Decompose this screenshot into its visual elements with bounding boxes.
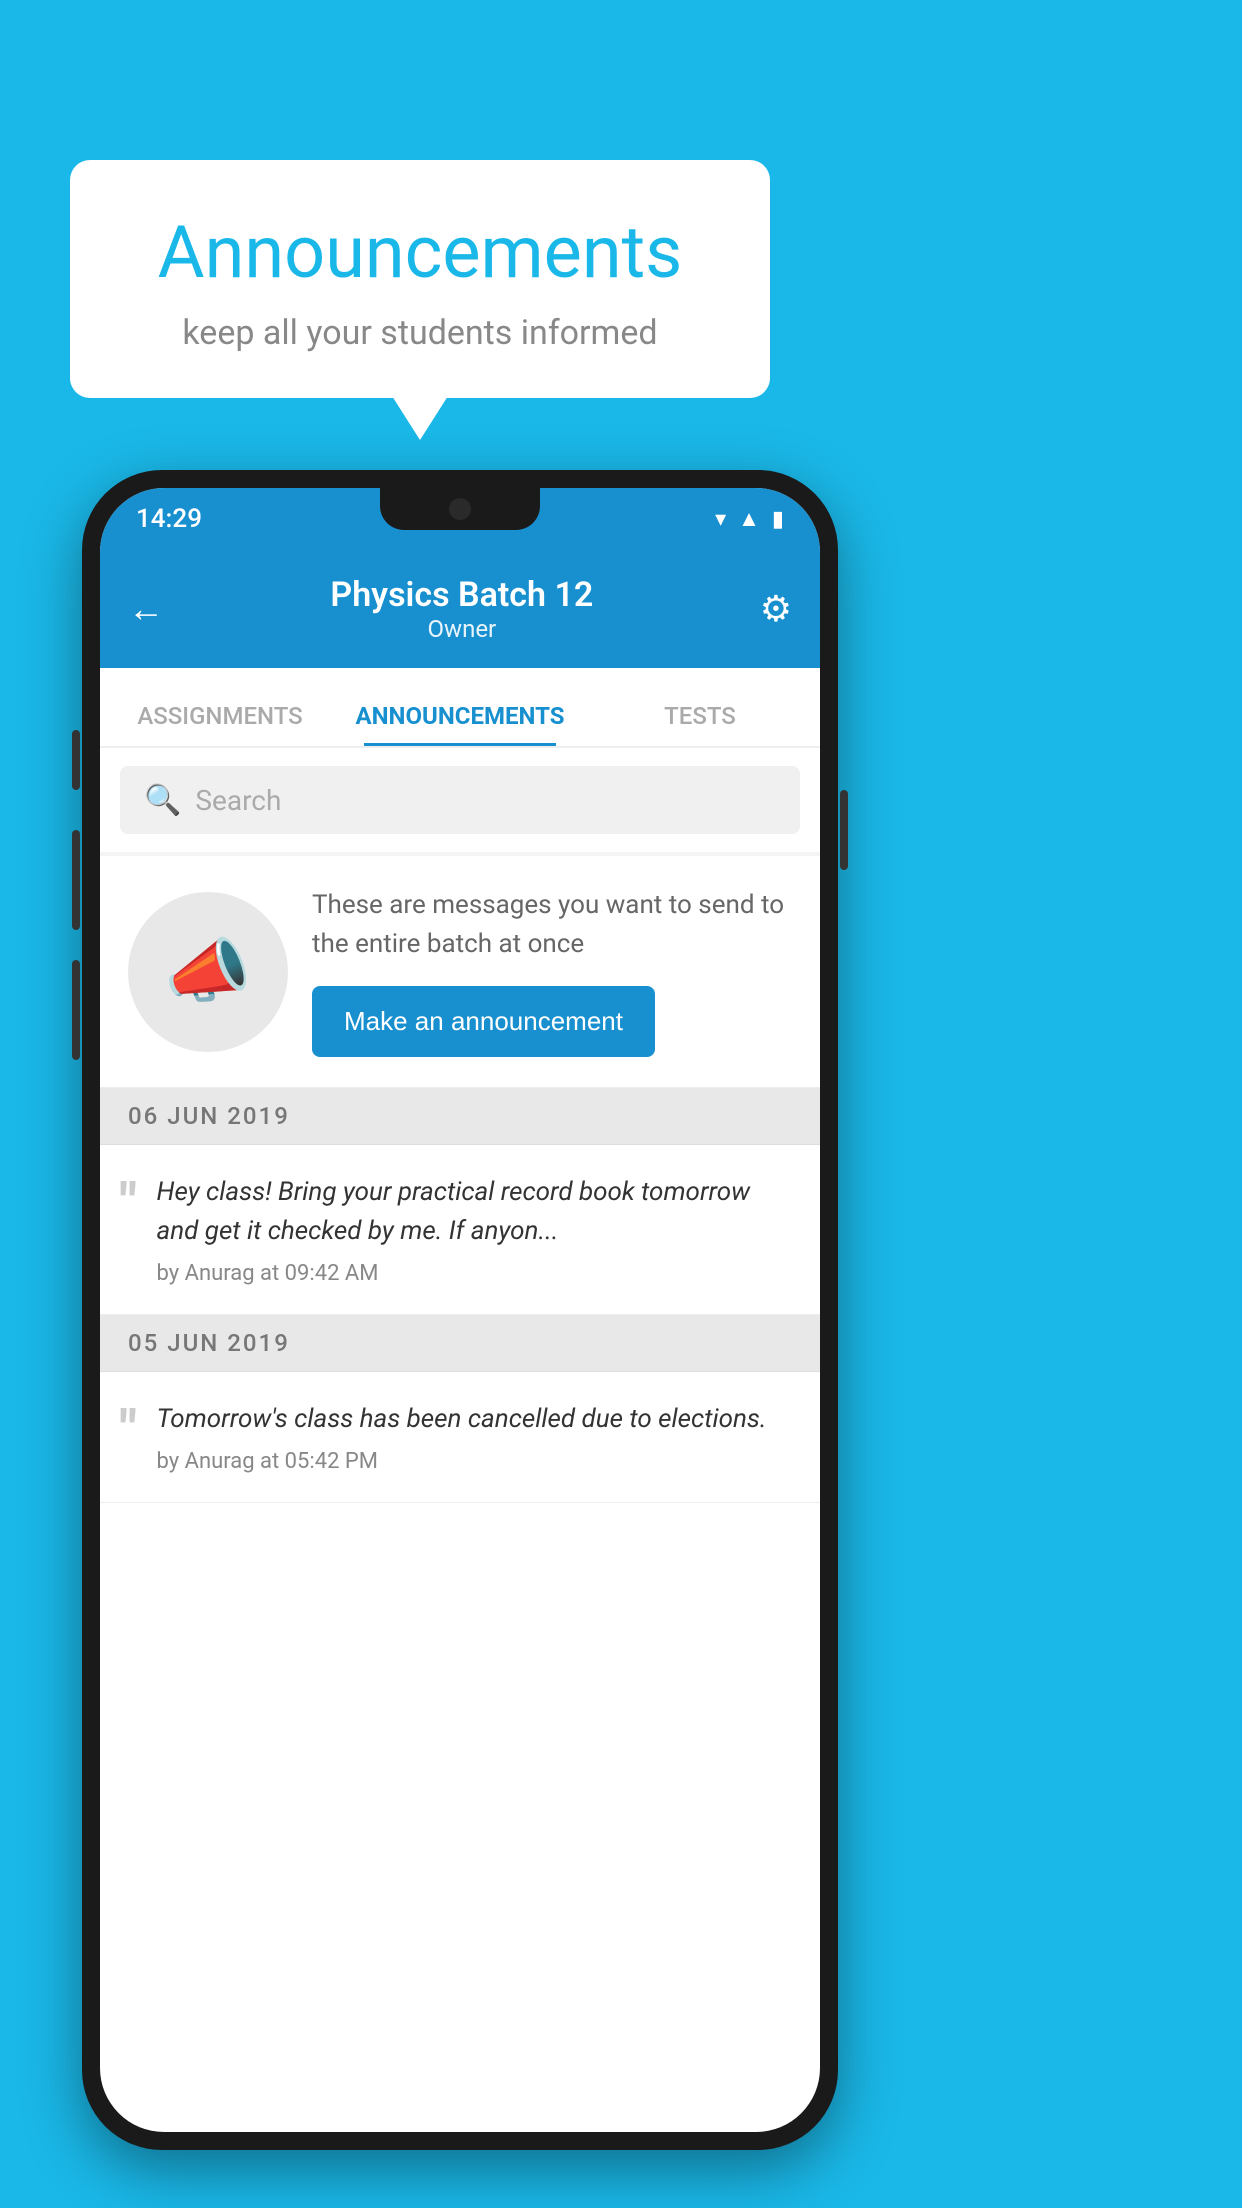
signal-icon: ▲ — [738, 506, 760, 532]
content-area: 🔍 Search 📣 These are messages you want t… — [100, 748, 820, 1503]
search-container: 🔍 Search — [100, 748, 820, 852]
app-bar-subtitle: Owner — [164, 615, 760, 643]
volume-down-button — [72, 960, 80, 1060]
app-bar: ← Physics Batch 12 Owner ⚙ — [100, 550, 820, 668]
speech-bubble-subtitle: keep all your students informed — [130, 313, 710, 353]
tabs-bar: ASSIGNMENTS ANNOUNCEMENTS TESTS — [100, 668, 820, 748]
quote-icon-2: " — [120, 1404, 137, 1474]
announcement-item-1[interactable]: " Hey class! Bring your practical record… — [100, 1145, 820, 1315]
settings-icon[interactable]: ⚙ — [760, 588, 792, 630]
speech-bubble-title: Announcements — [130, 210, 710, 295]
megaphone-icon: 📣 — [164, 931, 251, 1013]
battery-icon: ▮ — [772, 507, 784, 532]
announcement-text-1: Hey class! Bring your practical record b… — [157, 1173, 792, 1251]
tab-tests[interactable]: TESTS — [580, 702, 820, 746]
quote-icon-1: " — [120, 1177, 137, 1286]
announcement-meta-2: by Anurag at 05:42 PM — [157, 1449, 792, 1474]
promo-icon-circle: 📣 — [128, 892, 288, 1052]
status-time: 14:29 — [136, 504, 202, 534]
search-icon: 🔍 — [144, 783, 181, 818]
make-announcement-button[interactable]: Make an announcement — [312, 986, 655, 1057]
mute-button — [72, 730, 80, 790]
back-button[interactable]: ← — [128, 588, 164, 630]
phone-notch — [380, 488, 540, 530]
announcement-content-2: Tomorrow's class has been cancelled due … — [157, 1400, 792, 1474]
app-bar-title: Physics Batch 12 — [164, 575, 760, 615]
tab-assignments[interactable]: ASSIGNMENTS — [100, 702, 340, 746]
app-bar-title-section: Physics Batch 12 Owner — [164, 575, 760, 643]
power-button — [840, 790, 848, 870]
announcement-item-2[interactable]: " Tomorrow's class has been cancelled du… — [100, 1372, 820, 1503]
phone-screen: 14:29 ▾ ▲ ▮ ← Physics Batch 12 Owner ⚙ — [100, 488, 820, 2132]
date-separator-1: 06 JUN 2019 — [100, 1088, 820, 1145]
search-placeholder: Search — [195, 784, 281, 817]
phone-frame: 14:29 ▾ ▲ ▮ ← Physics Batch 12 Owner ⚙ — [82, 470, 838, 2150]
announcement-meta-1: by Anurag at 09:42 AM — [157, 1261, 792, 1286]
search-bar[interactable]: 🔍 Search — [120, 766, 800, 834]
date-separator-2: 05 JUN 2019 — [100, 1315, 820, 1372]
wifi-icon: ▾ — [715, 507, 726, 532]
tab-announcements[interactable]: ANNOUNCEMENTS — [340, 702, 580, 746]
promo-content: These are messages you want to send to t… — [312, 886, 792, 1057]
announcement-content-1: Hey class! Bring your practical record b… — [157, 1173, 792, 1286]
volume-up-button — [72, 830, 80, 930]
phone-camera — [449, 498, 471, 520]
speech-bubble-card: Announcements keep all your students inf… — [70, 160, 770, 398]
announcement-text-2: Tomorrow's class has been cancelled due … — [157, 1400, 792, 1439]
status-icons: ▾ ▲ ▮ — [715, 506, 784, 532]
promo-description: These are messages you want to send to t… — [312, 886, 792, 964]
promo-card: 📣 These are messages you want to send to… — [100, 856, 820, 1088]
